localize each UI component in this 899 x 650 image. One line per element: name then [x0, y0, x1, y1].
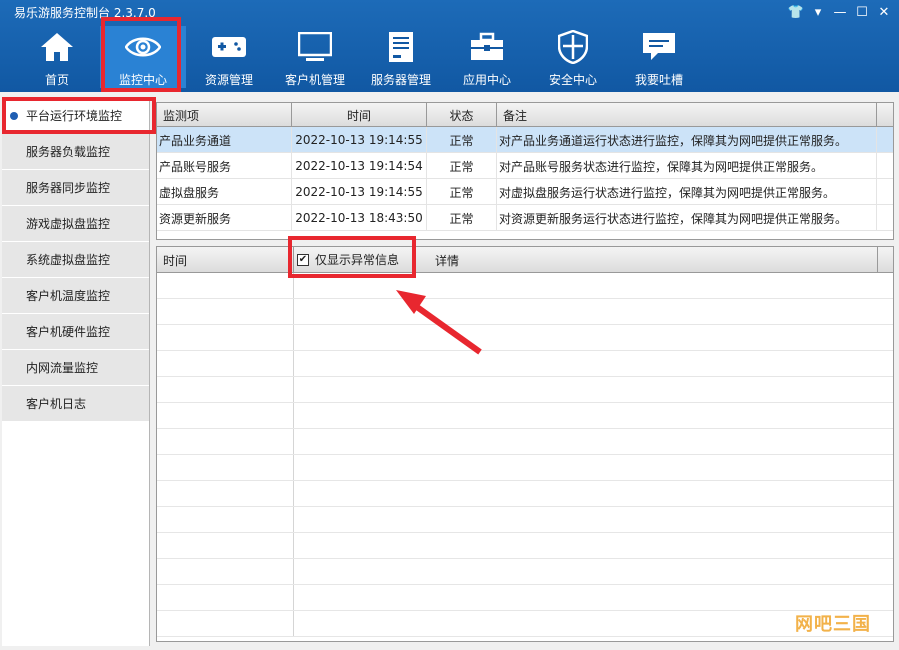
- menu-dropdown-icon[interactable]: ▾: [809, 3, 827, 21]
- window-controls: 👕 ▾ — ☐ ✕: [787, 3, 893, 21]
- tool-resource-management[interactable]: 资源管理: [186, 26, 272, 88]
- log-row: [157, 559, 893, 585]
- log-grid: [157, 273, 893, 637]
- highlight-box-filter: [288, 236, 416, 278]
- minimize-button[interactable]: —: [831, 3, 849, 21]
- log-cell: [157, 377, 294, 402]
- table-row[interactable]: 产品业务通道 2022-10-13 19:14:55 正常 对产品业务通道运行状…: [157, 127, 893, 153]
- sidebar-item-game-vdisk[interactable]: 游戏虚拟盘监控: [2, 206, 149, 242]
- log-row: [157, 481, 893, 507]
- sidebar-item-system-vdisk[interactable]: 系统虚拟盘监控: [2, 242, 149, 278]
- log-row: [157, 611, 893, 637]
- column-header-log-time[interactable]: 时间: [157, 247, 294, 273]
- feedback-icon: [641, 29, 677, 65]
- tool-home[interactable]: 首页: [14, 26, 100, 88]
- column-header-detail[interactable]: 详情: [435, 247, 459, 273]
- column-header-time[interactable]: 时间: [292, 103, 427, 127]
- monitor-table: 监测项 时间 状态 备注 产品业务通道 2022-10-13 19:14:55 …: [156, 102, 894, 240]
- tool-client-management[interactable]: 客户机管理: [272, 26, 358, 88]
- sidebar: 平台运行环境监控 服务器负载监控 服务器同步监控 游戏虚拟盘监控 系统虚拟盘监控…: [2, 98, 150, 646]
- close-button[interactable]: ✕: [875, 3, 893, 21]
- table-row[interactable]: 产品账号服务 2022-10-13 19:14:54 正常 对产品账号服务状态进…: [157, 153, 893, 179]
- log-cell: [157, 507, 294, 532]
- column-header-filler: [877, 247, 893, 273]
- tool-app-center[interactable]: 应用中心: [444, 26, 530, 88]
- gamepad-icon: [211, 29, 247, 65]
- sidebar-item-lan-traffic[interactable]: 内网流量监控: [2, 350, 149, 386]
- log-cell: [157, 429, 294, 454]
- skin-icon[interactable]: 👕: [787, 3, 805, 21]
- log-table: 时间 ✔ 仅显示异常信息 详情: [156, 246, 894, 642]
- sidebar-item-client-temp[interactable]: 客户机温度监控: [2, 278, 149, 314]
- highlight-box-monitor-center: [101, 17, 181, 92]
- tool-feedback[interactable]: 我要吐槽: [616, 26, 702, 88]
- log-row: [157, 455, 893, 481]
- log-row: [157, 377, 893, 403]
- log-cell: [157, 273, 294, 298]
- toolbox-icon: [469, 29, 505, 65]
- maximize-button[interactable]: ☐: [853, 3, 871, 21]
- log-cell: [157, 481, 294, 506]
- column-header-remark[interactable]: 备注: [497, 103, 877, 127]
- log-row: [157, 273, 893, 299]
- log-row: [157, 429, 893, 455]
- log-row: [157, 403, 893, 429]
- tool-server-management[interactable]: 服务器管理: [358, 26, 444, 88]
- sidebar-item-server-sync[interactable]: 服务器同步监控: [2, 170, 149, 206]
- log-row: [157, 533, 893, 559]
- log-table-header: 时间 ✔ 仅显示异常信息 详情: [157, 247, 893, 273]
- log-cell: [157, 351, 294, 376]
- log-cell: [157, 299, 294, 324]
- log-cell: [157, 455, 294, 480]
- column-header-filler: [877, 103, 893, 127]
- server-icon: [383, 29, 419, 65]
- sidebar-item-client-hardware[interactable]: 客户机硬件监控: [2, 314, 149, 350]
- tool-security-center[interactable]: 安全中心: [530, 26, 616, 88]
- log-row: [157, 299, 893, 325]
- monitor-table-header: 监测项 时间 状态 备注: [157, 103, 893, 127]
- log-cell: [157, 611, 294, 636]
- shield-icon: [555, 29, 591, 65]
- annotation-arrow-icon: [396, 290, 482, 355]
- highlight-box-sidebar: [2, 97, 156, 134]
- column-header-item[interactable]: 监测项: [157, 103, 292, 127]
- sidebar-item-client-log[interactable]: 客户机日志: [2, 386, 149, 422]
- watermark-logo: 网吧三国: [795, 614, 871, 635]
- log-cell: [157, 533, 294, 558]
- table-row[interactable]: 资源更新服务 2022-10-13 18:43:50 正常 对资源更新服务运行状…: [157, 205, 893, 231]
- table-row[interactable]: 虚拟盘服务 2022-10-13 19:14:55 正常 对虚拟盘服务运行状态进…: [157, 179, 893, 205]
- column-header-status[interactable]: 状态: [427, 103, 497, 127]
- log-row: [157, 325, 893, 351]
- log-cell: [157, 403, 294, 428]
- log-row: [157, 585, 893, 611]
- log-cell: [157, 325, 294, 350]
- log-row: [157, 351, 893, 377]
- log-cell: [157, 585, 294, 610]
- monitor-icon: [297, 29, 333, 65]
- home-icon: [39, 29, 75, 65]
- sidebar-item-server-load[interactable]: 服务器负载监控: [2, 134, 149, 170]
- log-cell: [157, 559, 294, 584]
- log-row: [157, 507, 893, 533]
